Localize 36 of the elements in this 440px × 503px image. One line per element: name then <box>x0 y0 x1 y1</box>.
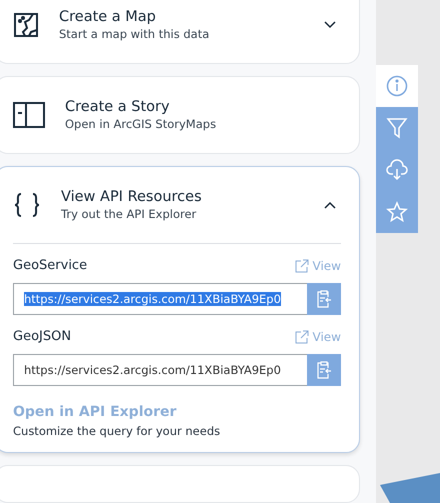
map-icon <box>13 12 39 38</box>
chevron-up-icon <box>323 201 337 209</box>
explorer-description: Customize the query for your needs <box>13 424 222 438</box>
filter-icon <box>386 117 408 139</box>
url-field[interactable]: https://services2.arcgis.com/11XBiaBYA9Ep0 <box>13 283 307 315</box>
copy-button[interactable] <box>307 354 341 386</box>
external-link-icon <box>294 330 309 344</box>
action-card[interactable]: Create a Story Open in ArcGIS StoryMaps <box>0 76 360 154</box>
copy-button[interactable] <box>307 283 341 315</box>
layout-icon <box>13 102 45 128</box>
water-shape <box>380 473 440 503</box>
toolbar-button[interactable] <box>376 191 418 233</box>
card-title: View API Resources <box>61 189 203 205</box>
cloud-download-icon <box>386 159 408 181</box>
view-link[interactable]: View <box>294 330 341 344</box>
view-link[interactable]: View <box>294 258 341 272</box>
card-subtitle: Start a map with this data <box>59 27 210 41</box>
card-subtitle: Try out the API Explorer <box>61 207 198 221</box>
star-icon <box>386 201 408 223</box>
resource-label: GeoJSON <box>13 329 72 344</box>
braces-icon <box>13 191 41 219</box>
card-title: Create a Story <box>65 99 171 115</box>
action-card[interactable] <box>0 166 360 453</box>
url-field[interactable]: https://services2.arcgis.com/11XBiaBYA9Ep0 <box>13 354 307 386</box>
toolbar-button[interactable] <box>376 65 418 107</box>
card-title: Create a Map <box>59 9 157 25</box>
external-link-icon <box>294 258 309 272</box>
toolbar-button[interactable] <box>376 107 418 149</box>
info-icon <box>386 75 408 97</box>
action-card[interactable]: Create a Map Start a map with this data <box>0 0 360 64</box>
chevron-down-icon <box>323 21 337 29</box>
clipboard-icon <box>316 361 332 379</box>
resource-label: GeoService <box>13 258 88 273</box>
api-explorer-link[interactable]: Open in API Explorer <box>13 404 341 420</box>
clipboard-icon <box>316 290 332 308</box>
card-subtitle: Open in ArcGIS StoryMaps <box>65 117 218 131</box>
